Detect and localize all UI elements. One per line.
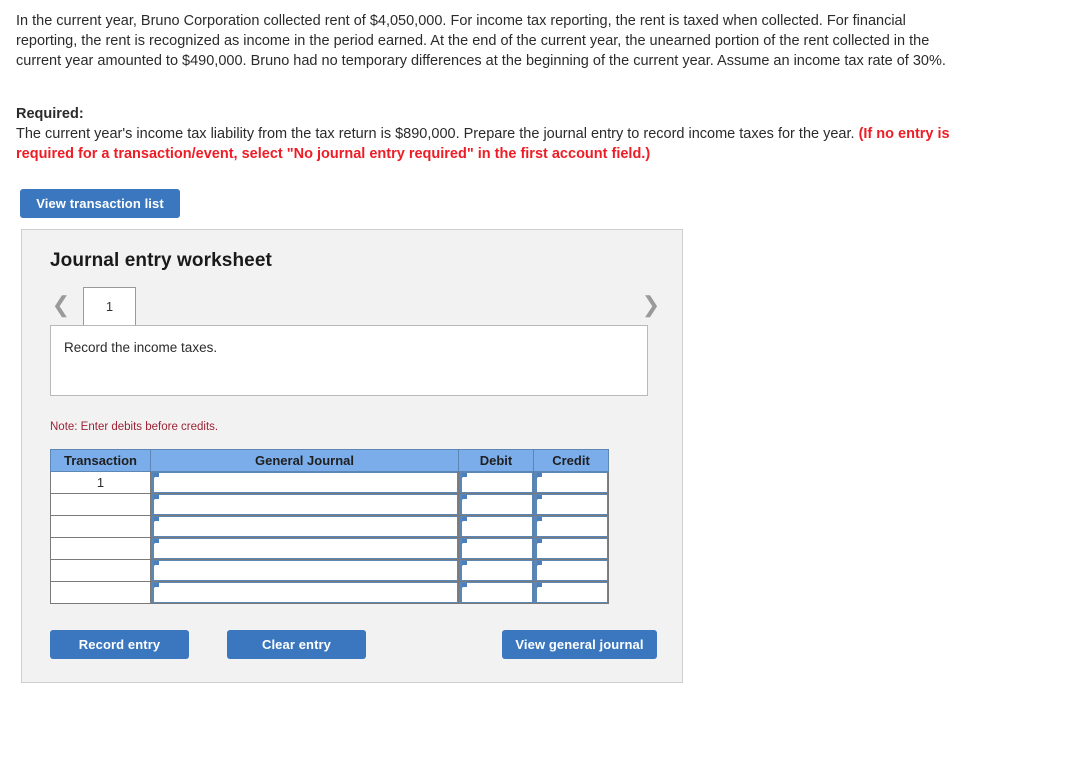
column-header-transaction: Transaction [50, 449, 151, 472]
journal-entry-worksheet-panel: Journal entry worksheet ❮ 1 ❯ Record the… [21, 229, 683, 683]
table-row [50, 581, 609, 604]
general-journal-input-6[interactable] [151, 582, 458, 603]
view-general-journal-button[interactable]: View general journal [502, 630, 657, 659]
problem-statement: In the current year, Bruno Corporation c… [16, 11, 958, 71]
cell-credit-3[interactable] [533, 515, 609, 538]
required-label: Required: [16, 106, 84, 122]
credit-input-3[interactable] [534, 516, 608, 537]
table-row [50, 559, 609, 582]
cell-debit-6[interactable] [458, 581, 534, 604]
debit-input-2[interactable] [459, 494, 533, 515]
cell-debit-1[interactable] [458, 471, 534, 494]
worksheet-description-text: Record the income taxes. [64, 340, 218, 355]
debit-input-6[interactable] [459, 582, 533, 603]
cell-debit-4[interactable] [458, 537, 534, 560]
credit-input-2[interactable] [534, 494, 608, 515]
debit-input-4[interactable] [459, 538, 533, 559]
journal-entry-table: Transaction General Journal Debit Credit… [50, 449, 609, 604]
general-journal-input-1[interactable] [151, 472, 458, 493]
cell-debit-2[interactable] [458, 493, 534, 516]
general-journal-input-2[interactable] [151, 494, 458, 515]
worksheet-description-box: Record the income taxes. [50, 325, 648, 396]
worksheet-title: Journal entry worksheet [50, 250, 272, 271]
problem-text: In the current year, Bruno Corporation c… [16, 13, 946, 69]
cell-credit-4[interactable] [533, 537, 609, 560]
view-transaction-list-button[interactable]: View transaction list [20, 189, 180, 218]
column-header-credit: Credit [533, 449, 609, 472]
debit-input-5[interactable] [459, 560, 533, 581]
cell-transaction-1: 1 [50, 471, 151, 494]
required-block: Required: The current year's income tax … [16, 104, 968, 164]
table-row: 1 [50, 471, 609, 494]
debit-input-1[interactable] [459, 472, 533, 493]
cell-transaction-2 [50, 493, 151, 516]
table-row [50, 515, 609, 538]
cell-general-journal-3[interactable] [150, 515, 459, 538]
cell-general-journal-2[interactable] [150, 493, 459, 516]
worksheet-tabstrip: ❮ 1 ❯ [50, 287, 660, 326]
cell-credit-6[interactable] [533, 581, 609, 604]
chevron-right-icon[interactable]: ❯ [640, 293, 662, 319]
credit-input-6[interactable] [534, 582, 608, 603]
cell-general-journal-6[interactable] [150, 581, 459, 604]
credit-input-5[interactable] [534, 560, 608, 581]
cell-transaction-6 [50, 581, 151, 604]
cell-debit-3[interactable] [458, 515, 534, 538]
debits-before-credits-note: Note: Enter debits before credits. [50, 421, 219, 433]
column-header-debit: Debit [458, 449, 534, 472]
cell-credit-2[interactable] [533, 493, 609, 516]
cell-general-journal-4[interactable] [150, 537, 459, 560]
cell-general-journal-5[interactable] [150, 559, 459, 582]
general-journal-input-3[interactable] [151, 516, 458, 537]
worksheet-tab-1[interactable]: 1 [83, 287, 136, 325]
clear-entry-button[interactable]: Clear entry [227, 630, 366, 659]
credit-input-4[interactable] [534, 538, 608, 559]
credit-input-1[interactable] [534, 472, 608, 493]
cell-credit-1[interactable] [533, 471, 609, 494]
table-header-row: Transaction General Journal Debit Credit [50, 449, 609, 472]
cell-credit-5[interactable] [533, 559, 609, 582]
cell-debit-5[interactable] [458, 559, 534, 582]
column-header-general-journal: General Journal [150, 449, 459, 472]
required-text: The current year's income tax liability … [16, 126, 859, 142]
table-row [50, 537, 609, 560]
table-row [50, 493, 609, 516]
cell-transaction-5 [50, 559, 151, 582]
cell-transaction-4 [50, 537, 151, 560]
cell-general-journal-1[interactable] [150, 471, 459, 494]
chevron-left-icon[interactable]: ❮ [50, 293, 72, 319]
cell-transaction-3 [50, 515, 151, 538]
debit-input-3[interactable] [459, 516, 533, 537]
record-entry-button[interactable]: Record entry [50, 630, 189, 659]
general-journal-input-4[interactable] [151, 538, 458, 559]
general-journal-input-5[interactable] [151, 560, 458, 581]
